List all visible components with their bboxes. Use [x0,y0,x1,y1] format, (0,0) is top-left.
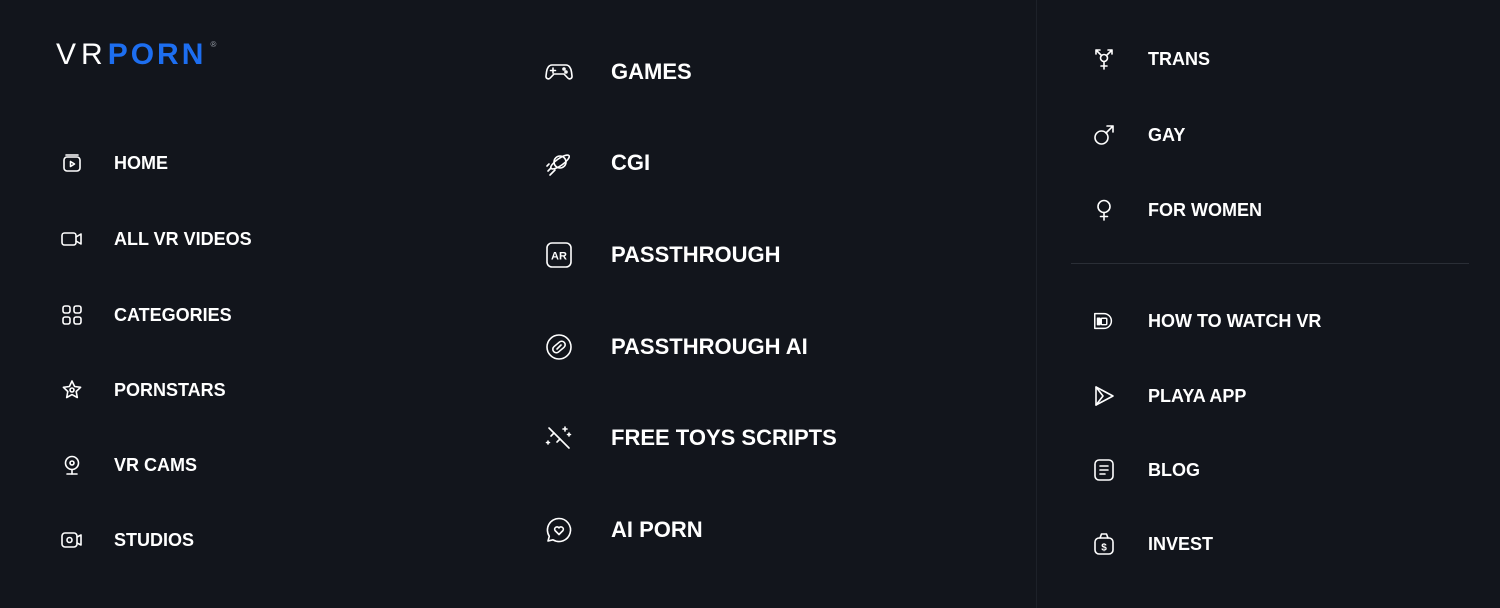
nav-item-label: INVEST [1148,533,1214,554]
logo-text-porn: PORN [107,38,207,71]
nav-item-categories[interactable]: CATEGORIES [60,303,232,327]
money-bag-icon: $ [1092,532,1116,556]
male-symbol-icon [1092,123,1116,147]
grid-icon [60,303,84,327]
nav-item-vr-cams[interactable]: VR CAMS [60,453,197,477]
star-badge-icon [60,378,84,402]
nav-item-label: AI PORN [611,517,703,542]
nav-item-home[interactable]: HOME [60,151,168,175]
nav-item-label: FOR WOMEN [1148,199,1262,220]
video-camera-icon [60,227,84,251]
nav-item-label: PASSTHROUGH AI [611,334,808,359]
section-divider [1071,263,1469,264]
nav-item-passthrough[interactable]: AR PASSTHROUGH [545,241,781,269]
nav-item-how-to-watch-vr[interactable]: HOW TO WATCH VR [1092,309,1321,333]
site-logo[interactable]: VRPORN ® [56,38,216,72]
nav-item-games[interactable]: GAMES [545,58,692,86]
nav-item-blog[interactable]: BLOG [1092,458,1200,482]
nav-item-label: GAMES [611,59,692,84]
vr-headset-icon [1092,309,1116,333]
nav-item-label: CATEGORIES [114,304,232,325]
nav-item-trans[interactable]: TRANS [1092,47,1210,71]
nav-item-for-women[interactable]: FOR WOMEN [1092,198,1262,222]
svg-text:AR: AR [551,251,567,263]
nav-item-all-vr-videos[interactable]: ALL VR VIDEOS [60,227,252,251]
chat-heart-icon [545,516,573,544]
logo-registered-mark: ® [210,40,217,49]
play-app-icon [1092,384,1116,408]
nav-item-label: FREE TOYS SCRIPTS [611,425,837,450]
nav-item-free-toys-scripts[interactable]: FREE TOYS SCRIPTS [545,424,837,452]
passthrough-ai-icon [545,333,573,361]
nav-item-passthrough-ai[interactable]: PASSTHROUGH AI [545,333,808,361]
nav-item-label: GAY [1148,124,1186,145]
nav-item-label: PASSTHROUGH [611,242,781,267]
nav-item-invest[interactable]: $ INVEST [1092,532,1213,556]
svg-text:$: $ [1101,543,1107,554]
logo-text-vr: VR [56,38,108,71]
transgender-icon [1092,47,1116,71]
nav-item-pornstars[interactable]: PORNSTARS [60,378,226,402]
nav-item-label: PLAYA APP [1148,385,1247,406]
ar-icon: AR [545,241,573,269]
nav-item-cgi[interactable]: CGI [545,149,650,177]
right-nav-column: TRANS GAY FOR WOMEN HOW TO WATCH VR PLAY… [1036,0,1500,608]
middle-nav-column: GAMES CGI AR PASSTHROUGH PASSTHROUGH AI … [490,0,1035,608]
female-symbol-icon [1092,198,1116,222]
planet-icon [545,149,573,177]
nav-item-label: HOW TO WATCH VR [1148,310,1322,331]
nav-item-studios[interactable]: STUDIOS [60,528,194,552]
nav-item-label: STUDIOS [114,529,195,550]
home-play-icon [60,151,84,175]
nav-item-label: BLOG [1148,459,1200,480]
nav-item-label: CGI [611,150,651,175]
nav-item-ai-porn[interactable]: AI PORN [545,516,703,544]
studio-icon [60,528,84,552]
nav-item-playa-app[interactable]: PLAYA APP [1092,384,1246,408]
nav-item-gay[interactable]: GAY [1092,123,1185,147]
nav-item-label: VR CAMS [114,454,198,475]
nav-item-label: PORNSTARS [114,379,226,400]
nav-item-label: TRANS [1148,48,1210,69]
webcam-icon [60,453,84,477]
document-icon [1092,458,1116,482]
nav-item-label: HOME [114,152,168,173]
left-nav-column: VRPORN ® HOME ALL VR VIDEOS CATEGORIES P… [0,0,490,608]
magic-wand-icon [545,424,573,452]
gamepad-icon [545,58,573,86]
nav-item-label: ALL VR VIDEOS [114,228,252,249]
